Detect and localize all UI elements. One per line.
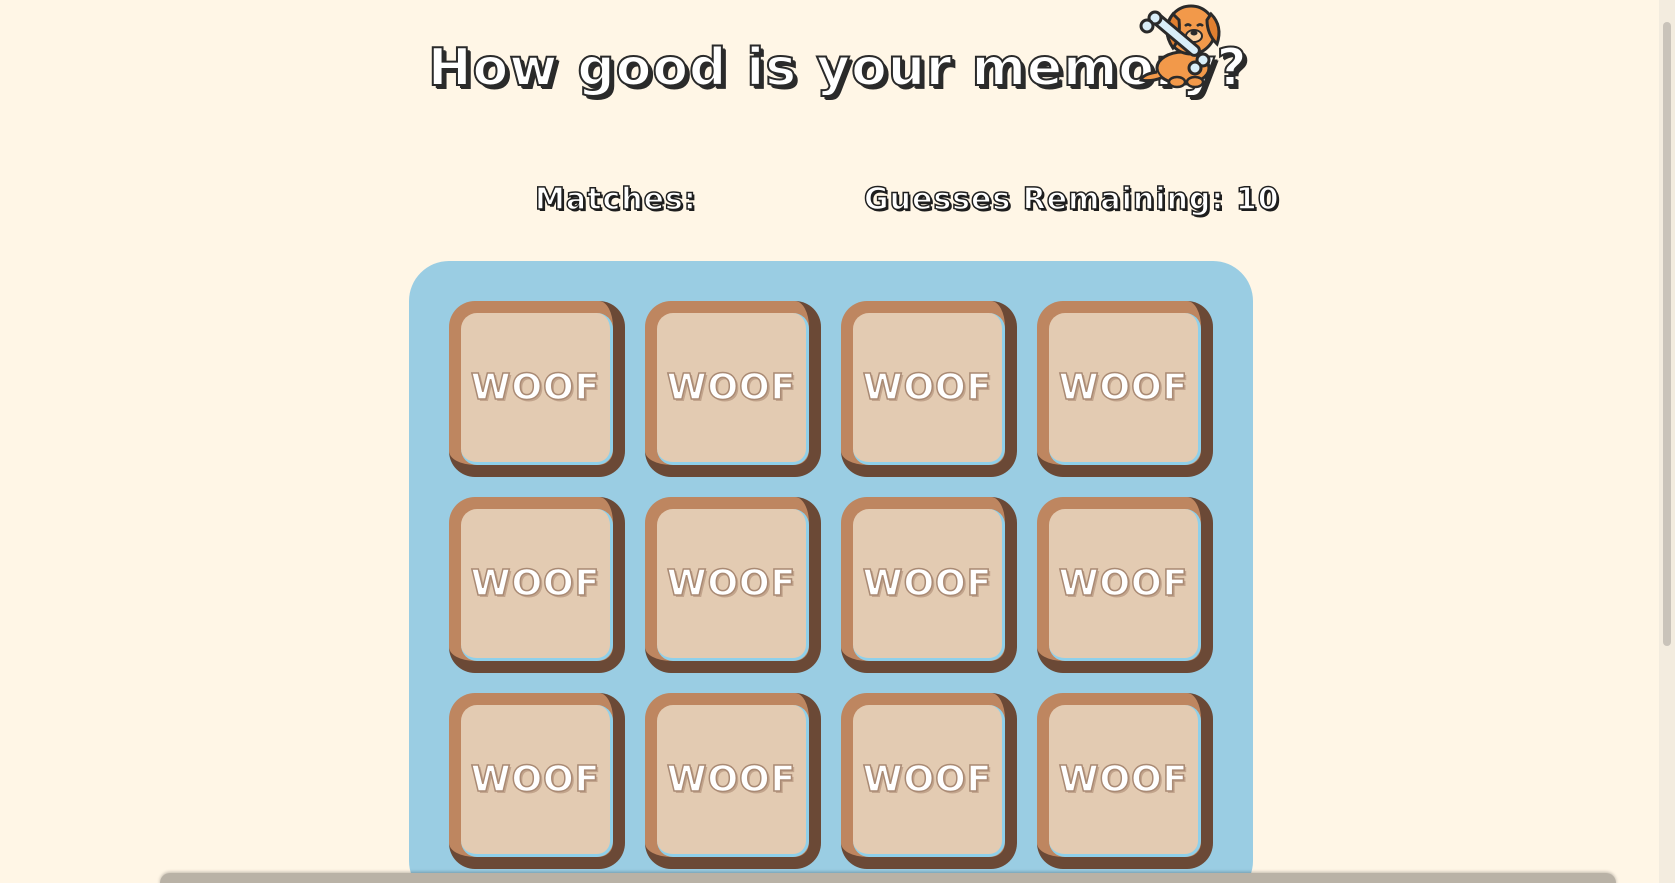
os-dock — [160, 873, 1616, 883]
scrollbar-thumb[interactable] — [1663, 22, 1671, 646]
card-label: WOOF — [1058, 562, 1189, 605]
page-title: How good is your memory? — [427, 37, 1248, 99]
card[interactable]: WOOF — [645, 301, 821, 477]
card[interactable]: WOOF — [645, 497, 821, 673]
card[interactable]: WOOF — [841, 693, 1017, 869]
card-label: WOOF — [470, 366, 601, 409]
card-face: WOOF — [1049, 705, 1201, 857]
vertical-scrollbar[interactable] — [1659, 0, 1675, 883]
card-label: WOOF — [862, 366, 993, 409]
card-face: WOOF — [853, 313, 1005, 465]
card-face: WOOF — [657, 313, 809, 465]
card[interactable]: WOOF — [1037, 693, 1213, 869]
card-label: WOOF — [470, 758, 601, 801]
card[interactable]: WOOF — [841, 497, 1017, 673]
card[interactable]: WOOF — [841, 301, 1017, 477]
card-label: WOOF — [1058, 758, 1189, 801]
card-face: WOOF — [853, 509, 1005, 661]
matches-counter: Matches: — [534, 181, 697, 218]
card-face: WOOF — [657, 705, 809, 857]
card-face: WOOF — [657, 509, 809, 661]
card[interactable]: WOOF — [449, 301, 625, 477]
card-face: WOOF — [1049, 509, 1201, 661]
card-face: WOOF — [461, 509, 613, 661]
card-face: WOOF — [853, 705, 1005, 857]
card-label: WOOF — [666, 562, 797, 605]
card-label: WOOF — [862, 758, 993, 801]
card[interactable]: WOOF — [449, 693, 625, 869]
card-label: WOOF — [470, 562, 601, 605]
card-face: WOOF — [1049, 313, 1201, 465]
card-label: WOOF — [862, 562, 993, 605]
card[interactable]: WOOF — [1037, 497, 1213, 673]
card[interactable]: WOOF — [449, 497, 625, 673]
card-label: WOOF — [666, 366, 797, 409]
card-face: WOOF — [461, 705, 613, 857]
card[interactable]: WOOF — [645, 693, 821, 869]
card-label: WOOF — [1058, 366, 1189, 409]
card[interactable]: WOOF — [1037, 301, 1213, 477]
card-label: WOOF — [666, 758, 797, 801]
dog-with-bone-icon — [1139, 4, 1221, 89]
guesses-remaining: Guesses Remaining: 10 — [863, 181, 1280, 218]
game-board: WOOF WOOF WOOF WOOF WOOF WOOF WOOF WOOF … — [409, 261, 1253, 883]
page: How good is your memory? Matches: Guesse… — [0, 0, 1675, 883]
card-face: WOOF — [461, 313, 613, 465]
